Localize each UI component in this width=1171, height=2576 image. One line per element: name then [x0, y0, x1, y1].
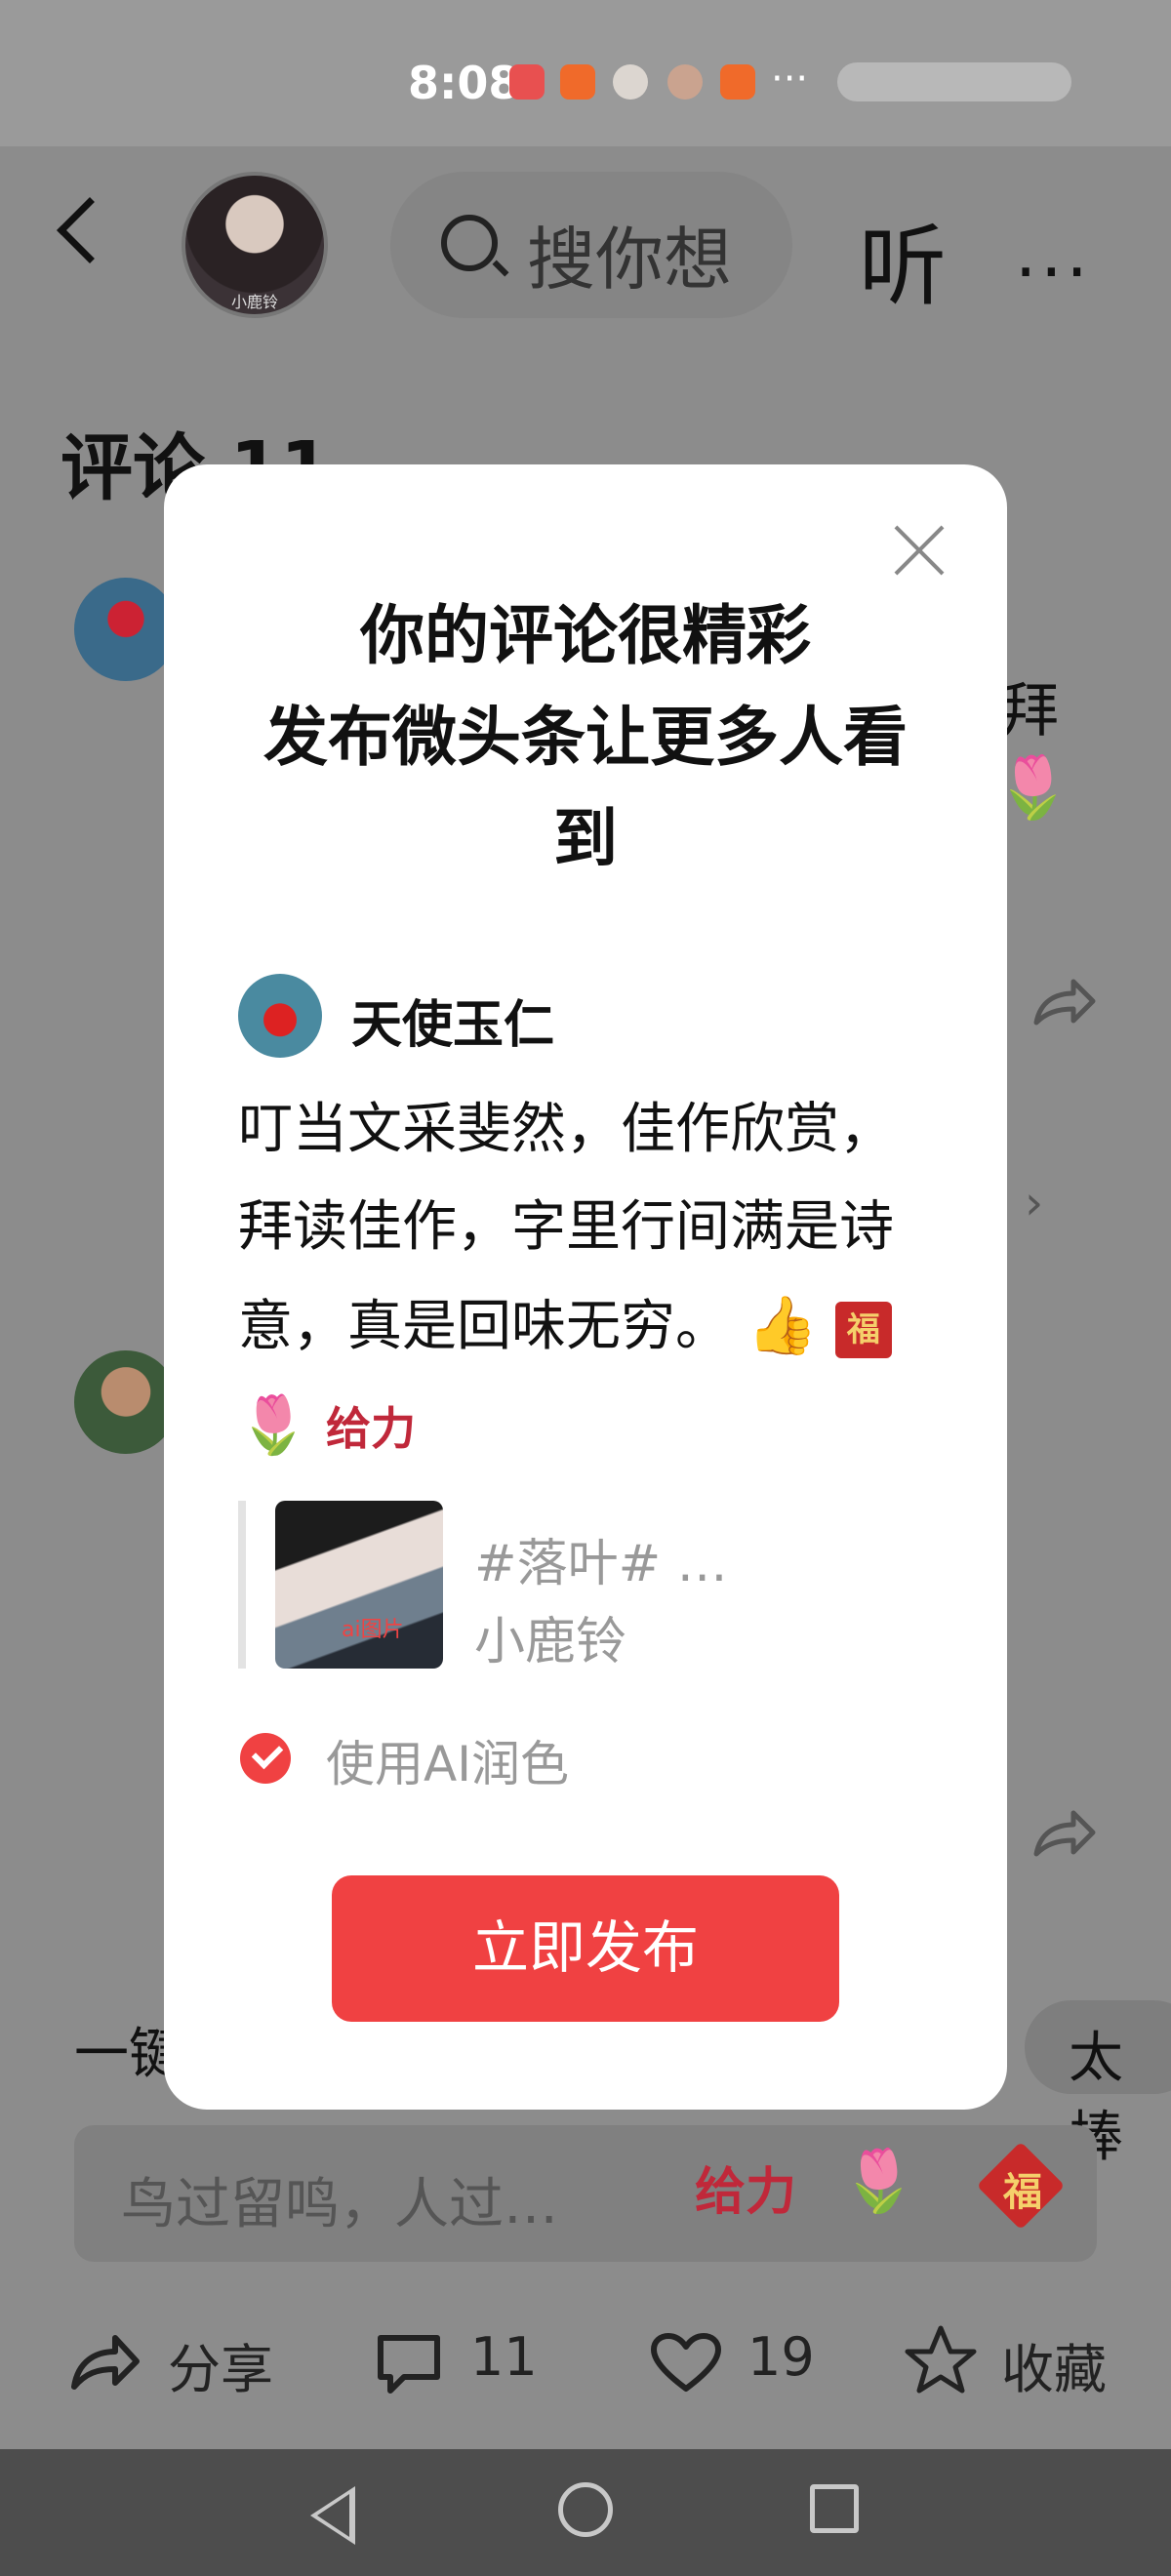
- avatar-notification-icon: [667, 64, 703, 100]
- comment-preview: 叮当文采斐然，佳作欣赏，拜读佳作，字里行间满是诗意，真是回味无穷。 👍 福 🌷 …: [238, 1081, 902, 1477]
- search-icon: [441, 215, 498, 271]
- publish-button[interactable]: 立即发布: [332, 1875, 839, 2022]
- commenter-avatar[interactable]: [74, 1350, 178, 1454]
- user-avatar: [238, 974, 322, 1058]
- dialog-title: 你的评论很精彩 发布微头条让更多人看 到: [164, 585, 1007, 890]
- tulip-emoji[interactable]: 🌷: [841, 2145, 916, 2217]
- article-thumbnail: [275, 1501, 443, 1669]
- huawei-app-icon: [509, 64, 545, 100]
- geili-emoji[interactable]: 给力: [695, 2151, 796, 2224]
- thumbs-up-emoji: 👍: [747, 1292, 819, 1358]
- quote-bar: [238, 1501, 246, 1669]
- dialog-title-line3: 到: [553, 801, 618, 876]
- comment-input-placeholder: 鸟过留鸣，人过…: [121, 2173, 558, 2236]
- app-notification-icon: [720, 64, 755, 100]
- ai-polish-label[interactable]: 使用AI润色: [326, 1725, 569, 1795]
- share-icon[interactable]: [1030, 972, 1097, 1030]
- chevron-right-icon[interactable]: ›: [1025, 1176, 1043, 1230]
- quoted-article-author: 小鹿铃: [474, 1613, 627, 1671]
- search-placeholder: 搜你想: [527, 220, 732, 300]
- user-name: 天使玉仁: [351, 996, 555, 1055]
- share-label[interactable]: 分享: [168, 2326, 273, 2403]
- listen-button[interactable]: 听: [859, 195, 947, 322]
- nav-back-icon[interactable]: [310, 2486, 355, 2545]
- share-icon[interactable]: [68, 2328, 142, 2395]
- star-icon[interactable]: [904, 2324, 978, 2395]
- comment-count[interactable]: 11: [470, 2326, 538, 2388]
- avatar-tag: 小鹿铃: [230, 293, 278, 311]
- tulip-emoji: 🌷: [238, 1391, 309, 1458]
- status-time: 8:08: [408, 57, 520, 109]
- share-icon[interactable]: [1030, 1803, 1097, 1862]
- blurred-status-icons: [837, 62, 1071, 101]
- dialog-title-line2: 发布微头条让更多人看: [263, 700, 908, 775]
- quoted-article-title: #落叶# …: [474, 1535, 728, 1593]
- fu-emoji: 福: [1003, 2170, 1042, 2215]
- dialog-title-line1: 你的评论很精彩: [360, 598, 811, 673]
- commenter-avatar[interactable]: [74, 578, 178, 681]
- comment-icon[interactable]: [375, 2332, 443, 2396]
- fu-emoji: 福: [834, 1301, 892, 1358]
- avatar-notification-icon: [613, 64, 648, 100]
- nav-home-icon[interactable]: [558, 2482, 613, 2537]
- comment-text-fragment: 拜: [1000, 677, 1059, 745]
- thumbnail-tag: ai图片: [342, 1618, 404, 1642]
- more-menu-icon[interactable]: ···: [1015, 232, 1092, 312]
- app-notification-icon: [560, 64, 595, 100]
- nav-recents-icon[interactable]: [810, 2484, 859, 2533]
- collect-label[interactable]: 收藏: [1001, 2326, 1107, 2403]
- close-icon[interactable]: [890, 521, 949, 580]
- like-icon[interactable]: [650, 2332, 722, 2395]
- ai-polish-checkbox[interactable]: [240, 1733, 291, 1784]
- geili-emoji: 给力: [326, 1402, 417, 1455]
- status-overflow: ···: [771, 57, 809, 101]
- like-count[interactable]: 19: [747, 2326, 815, 2388]
